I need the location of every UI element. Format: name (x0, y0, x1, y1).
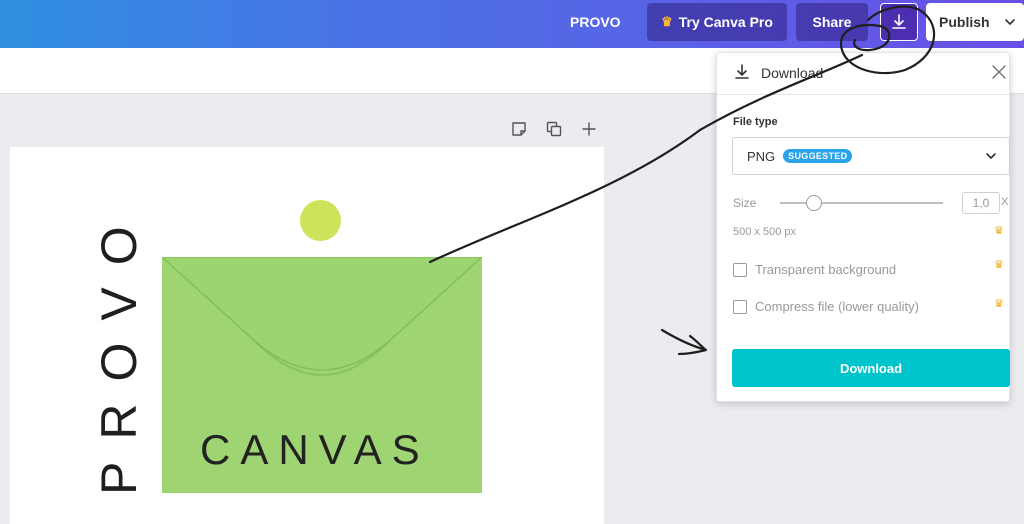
chevron-down-icon (1004, 19, 1015, 25)
green-dot[interactable] (300, 200, 341, 241)
transparent-background-option[interactable]: Transparent background (733, 262, 896, 277)
page-tools (510, 120, 598, 138)
crown-icon: ♛ (994, 259, 1004, 271)
try-canva-pro-label: Try Canva Pro (678, 14, 773, 30)
crown-icon: ♛ (994, 225, 1004, 237)
crown-icon: ♛ (994, 298, 1004, 310)
file-type-value: PNG (747, 148, 776, 164)
download-icon (892, 14, 906, 29)
annotation-arrow (660, 328, 708, 356)
dimensions-text: 500 x 500 px (733, 226, 796, 238)
download-button[interactable] (880, 3, 918, 41)
project-title[interactable]: PROVO (570, 0, 621, 44)
compress-file-label: Compress file (lower quality) (755, 299, 919, 314)
size-label: Size (733, 196, 757, 210)
top-bar: PROVO ♛ Try Canva Pro Share Publish (0, 0, 1024, 48)
panel-title: Download (761, 65, 824, 81)
crown-icon: ♛ (661, 14, 673, 29)
chevron-down-icon (986, 153, 996, 159)
compress-file-option[interactable]: Compress file (lower quality) (733, 299, 919, 314)
suggested-badge: SUGGESTED (783, 149, 853, 163)
sticky-note-icon[interactable] (510, 120, 528, 138)
transparent-background-checkbox[interactable] (733, 262, 747, 277)
size-suffix: X (1001, 196, 1009, 208)
publish-label: Publish (939, 14, 990, 30)
vertical-text[interactable]: PROVO (91, 204, 147, 495)
file-type-select[interactable]: PNG SUGGESTED (732, 137, 1010, 175)
panel-header: Download (717, 53, 1009, 95)
download-panel: Download File type PNG SUGGESTED Size 1,… (716, 52, 1010, 402)
file-type-label: File type (733, 116, 778, 128)
plus-icon[interactable] (580, 120, 598, 138)
transparent-background-label: Transparent background (755, 262, 897, 277)
envelope-text[interactable]: CANVAS (200, 426, 430, 474)
compress-file-checkbox[interactable] (733, 299, 747, 314)
size-input[interactable]: 1,0 (962, 192, 1000, 214)
size-slider-handle[interactable] (806, 195, 822, 211)
share-label: Share (812, 14, 852, 30)
download-icon (735, 64, 749, 79)
download-confirm-button[interactable]: Download (732, 349, 1010, 387)
duplicate-icon[interactable] (545, 120, 563, 138)
publish-button[interactable]: Publish (926, 3, 1024, 41)
close-icon[interactable] (991, 64, 1007, 80)
share-button[interactable]: Share (796, 3, 868, 41)
try-canva-pro-button[interactable]: ♛ Try Canva Pro (647, 3, 787, 41)
size-slider-track[interactable] (780, 202, 943, 204)
